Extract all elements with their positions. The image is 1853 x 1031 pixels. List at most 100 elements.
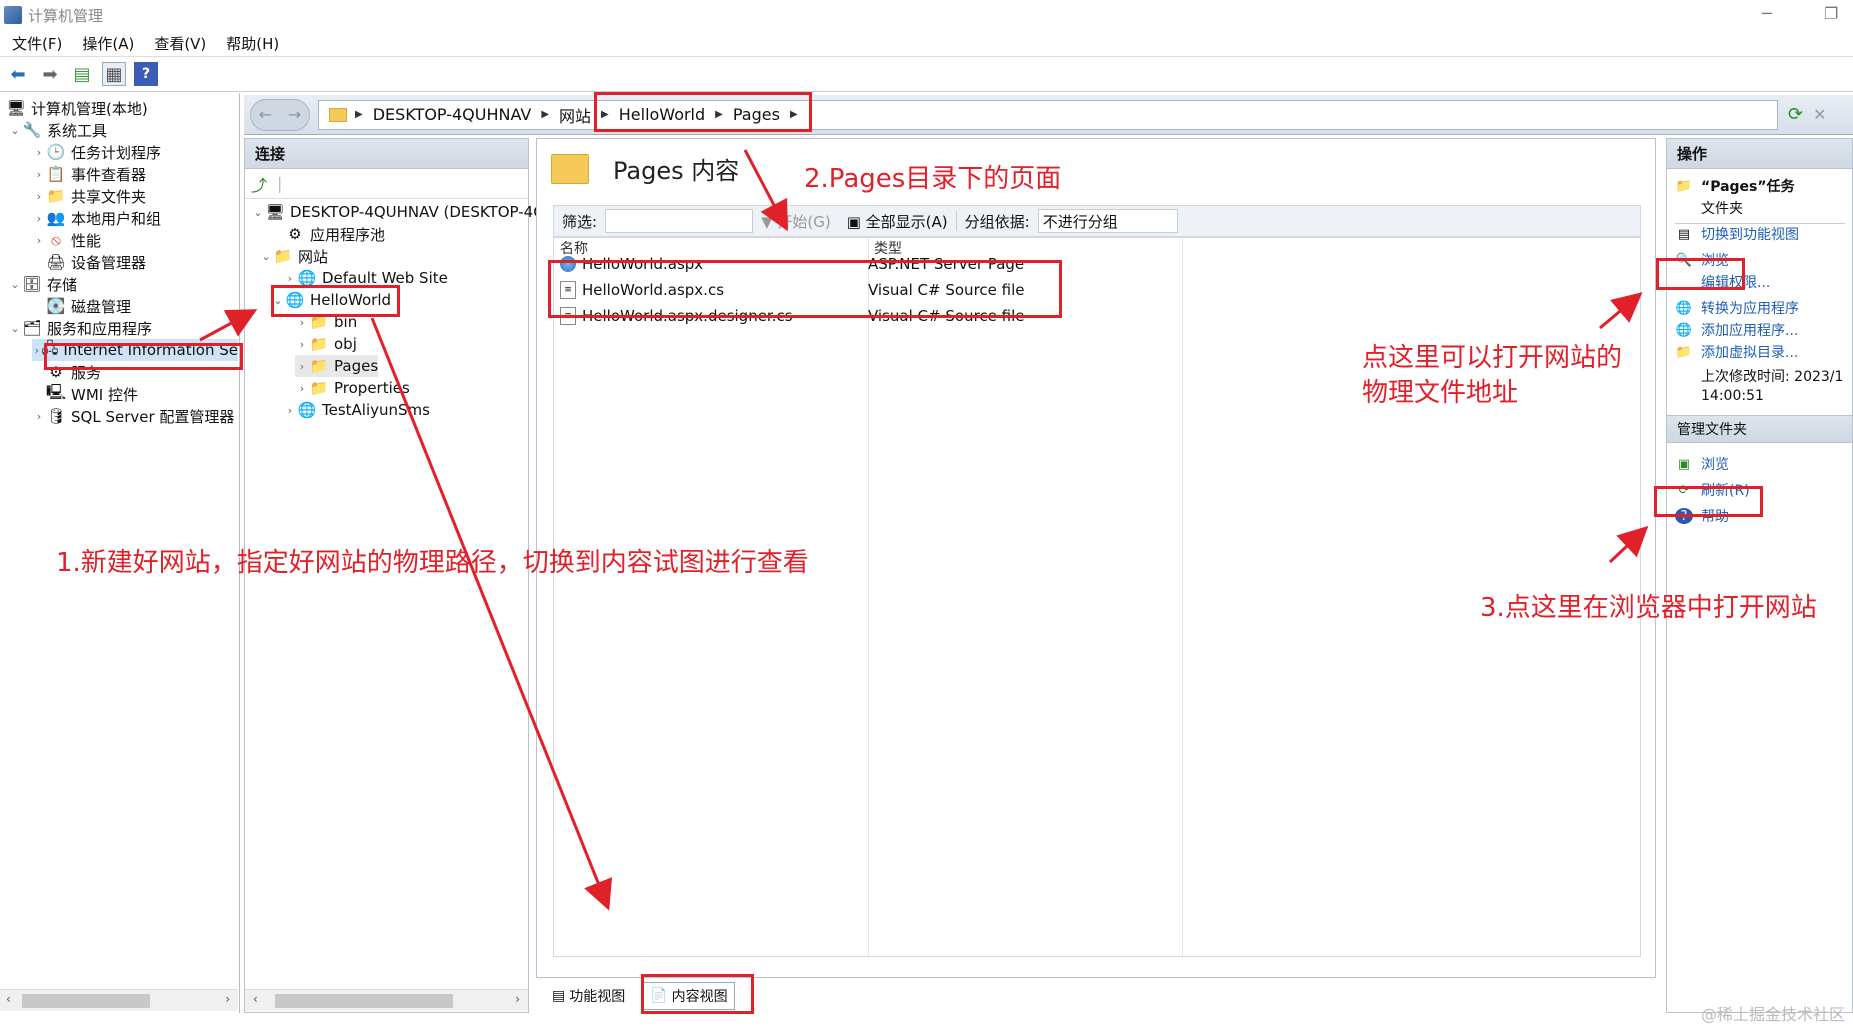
- toolbar: ⬅ ➡ ▤ ▦ ?: [0, 56, 1853, 92]
- menu-view[interactable]: 查看(V): [154, 33, 206, 54]
- help-icon[interactable]: ?: [134, 62, 158, 86]
- services-apps-icon: 🗂: [22, 319, 42, 337]
- tree-item-disk-management[interactable]: 💽 磁盘管理: [32, 295, 131, 317]
- conn-item-pages[interactable]: › 📁 Pages: [295, 355, 379, 377]
- expand-icon[interactable]: ›: [32, 344, 42, 357]
- tree-item-storage[interactable]: ⌄ 🗄 存储: [8, 273, 77, 295]
- show-hide-tree-icon[interactable]: ▦: [102, 62, 126, 86]
- highlight-browse: [1654, 486, 1763, 517]
- refresh-icon[interactable]: ⟳: [1788, 104, 1803, 125]
- page-title: Pages 内容: [613, 157, 740, 185]
- expand-icon[interactable]: ›: [32, 168, 46, 181]
- connections-header: 连接: [245, 139, 528, 169]
- disk-icon: 💽: [46, 297, 66, 315]
- toolbar-divider: |: [277, 174, 283, 193]
- expand-icon[interactable]: ›: [295, 382, 309, 395]
- stop-icon[interactable]: ✕: [1813, 105, 1826, 124]
- menu-help[interactable]: 帮助(H): [226, 33, 279, 54]
- show-all-button[interactable]: ▣ 全部显示(A): [847, 211, 948, 232]
- collapse-icon[interactable]: ⌄: [8, 124, 22, 137]
- tree-item-performance[interactable]: › ⦸ 性能: [32, 229, 101, 251]
- restore-icon[interactable]: ❐: [1824, 4, 1838, 23]
- scrollbar-thumb[interactable]: [275, 994, 453, 1008]
- breadcrumb: ▶ DESKTOP-4QUHNAV ▶ 网站 ▶ HelloWorld ▶ Pa…: [318, 99, 1778, 130]
- wmi-icon: 🖳: [46, 382, 67, 401]
- minimize-icon[interactable]: ─: [1762, 4, 1772, 23]
- expand-icon[interactable]: ›: [283, 404, 297, 417]
- action-label: 添加虚拟目录...: [1701, 345, 1799, 361]
- highlight-explore: [1656, 258, 1745, 290]
- expand-icon[interactable]: ›: [283, 272, 297, 285]
- tree-label: 任务计划程序: [71, 143, 162, 162]
- back-icon[interactable]: ←: [259, 105, 272, 124]
- tree-label: SQL Server 配置管理器: [71, 407, 235, 426]
- conn-item-sites[interactable]: ⌄ 📁 网站: [259, 245, 328, 267]
- switch-to-features-view[interactable]: ▤ 切换到功能视图: [1675, 223, 1799, 245]
- browse-icon: ▣: [1677, 456, 1691, 472]
- up-folder-icon[interactable]: ▤: [70, 62, 94, 86]
- expand-icon[interactable]: ›: [32, 190, 46, 203]
- collapse-icon[interactable]: ⌄: [8, 278, 22, 291]
- breadcrumb-separator-icon[interactable]: ▶: [355, 109, 363, 120]
- tree-item-local-users[interactable]: › 👥 本地用户和组: [32, 207, 161, 229]
- back-icon[interactable]: ⬅: [6, 62, 30, 86]
- conn-item-obj[interactable]: › 📁 obj: [295, 333, 357, 355]
- expand-icon[interactable]: ›: [295, 360, 309, 373]
- conn-item-server[interactable]: ⌄ 🖥 DESKTOP-4QUHNAV (DESKTOP-4Q: [251, 201, 545, 223]
- tree-item-wmi[interactable]: 🖳 WMI 控件: [32, 383, 138, 405]
- convert-to-application-action[interactable]: 🌐 转换为应用程序: [1675, 297, 1799, 319]
- expand-icon[interactable]: ›: [32, 234, 46, 247]
- column-divider: [1182, 238, 1183, 958]
- left-horizontal-scrollbar[interactable]: ‹ ›: [0, 989, 238, 1011]
- tab-label: 功能视图: [569, 988, 626, 1005]
- expand-icon[interactable]: ›: [32, 410, 46, 423]
- scroll-right-icon[interactable]: ›: [225, 992, 230, 1006]
- forward-icon[interactable]: ➡: [38, 62, 62, 86]
- forward-icon[interactable]: →: [288, 105, 301, 124]
- filter-divider: [955, 211, 957, 231]
- menu-file[interactable]: 文件(F): [12, 33, 62, 54]
- tree-item-services-apps[interactable]: ⌄ 🗂 服务和应用程序: [8, 317, 152, 339]
- crumb-sites[interactable]: 网站: [559, 103, 591, 127]
- breadcrumb-separator-icon[interactable]: ▶: [541, 109, 549, 120]
- clock-icon: 🕒: [46, 143, 66, 161]
- crumb-server[interactable]: DESKTOP-4QUHNAV: [373, 105, 532, 124]
- scroll-left-icon[interactable]: ‹: [6, 992, 11, 1006]
- add-application-action[interactable]: 🌐 添加应用程序...: [1675, 319, 1798, 341]
- scroll-right-icon[interactable]: ›: [515, 992, 520, 1006]
- collapse-icon[interactable]: ⌄: [259, 250, 273, 263]
- tree-item-event-viewer[interactable]: › 📋 事件查看器: [32, 163, 146, 185]
- expand-icon[interactable]: ›: [32, 212, 46, 225]
- connections-horizontal-scrollbar[interactable]: ‹ ›: [245, 989, 528, 1011]
- tree-item-device-manager[interactable]: 🖨 设备管理器: [32, 251, 146, 273]
- scrollbar-thumb[interactable]: [22, 994, 150, 1008]
- expand-icon[interactable]: ›: [295, 316, 309, 329]
- tree-label: 服务和应用程序: [47, 319, 153, 338]
- expand-icon[interactable]: ›: [32, 146, 46, 159]
- tree-item-shared-folders[interactable]: › 📁 共享文件夹: [32, 185, 146, 207]
- last-modified-time: 14:00:51: [1701, 388, 1764, 404]
- collapse-icon[interactable]: ⌄: [8, 322, 22, 335]
- folder-icon: 📁: [309, 335, 329, 353]
- conn-item-testaliyunsms[interactable]: › 🌐 TestAliyunSms: [283, 399, 430, 421]
- filter-input[interactable]: [605, 209, 754, 233]
- go-button[interactable]: ▼ 开始(G): [761, 211, 831, 232]
- conn-item-properties[interactable]: › 📁 Properties: [295, 377, 410, 399]
- tab-features-view[interactable]: ▤ 功能视图: [546, 983, 631, 1009]
- scroll-left-icon[interactable]: ‹: [253, 992, 258, 1006]
- group-title: “Pages”任务: [1701, 179, 1795, 195]
- tree-item-system-tools[interactable]: ⌄ 🔧 系统工具: [8, 119, 107, 141]
- users-icon: 👥: [46, 209, 66, 227]
- conn-item-app-pools[interactable]: ⚙ 应用程序池: [271, 223, 385, 245]
- content-header: Pages 内容: [551, 151, 739, 186]
- tree-root[interactable]: 🖥 计算机管理(本地): [6, 97, 147, 119]
- add-virtual-directory-action[interactable]: 📁 添加虚拟目录...: [1675, 341, 1798, 363]
- tree-item-sql-config[interactable]: › 🛢 SQL Server 配置管理器: [32, 405, 235, 427]
- collapse-icon[interactable]: ⌄: [251, 206, 265, 219]
- connect-icon[interactable]: ⤴: [251, 172, 267, 196]
- expand-icon[interactable]: ›: [295, 338, 309, 351]
- menu-action[interactable]: 操作(A): [82, 33, 134, 54]
- browse-action[interactable]: ▣ 浏览: [1675, 453, 1729, 475]
- group-by-select[interactable]: 不进行分组: [1037, 209, 1178, 233]
- tree-item-task-scheduler[interactable]: › 🕒 任务计划程序: [32, 141, 161, 163]
